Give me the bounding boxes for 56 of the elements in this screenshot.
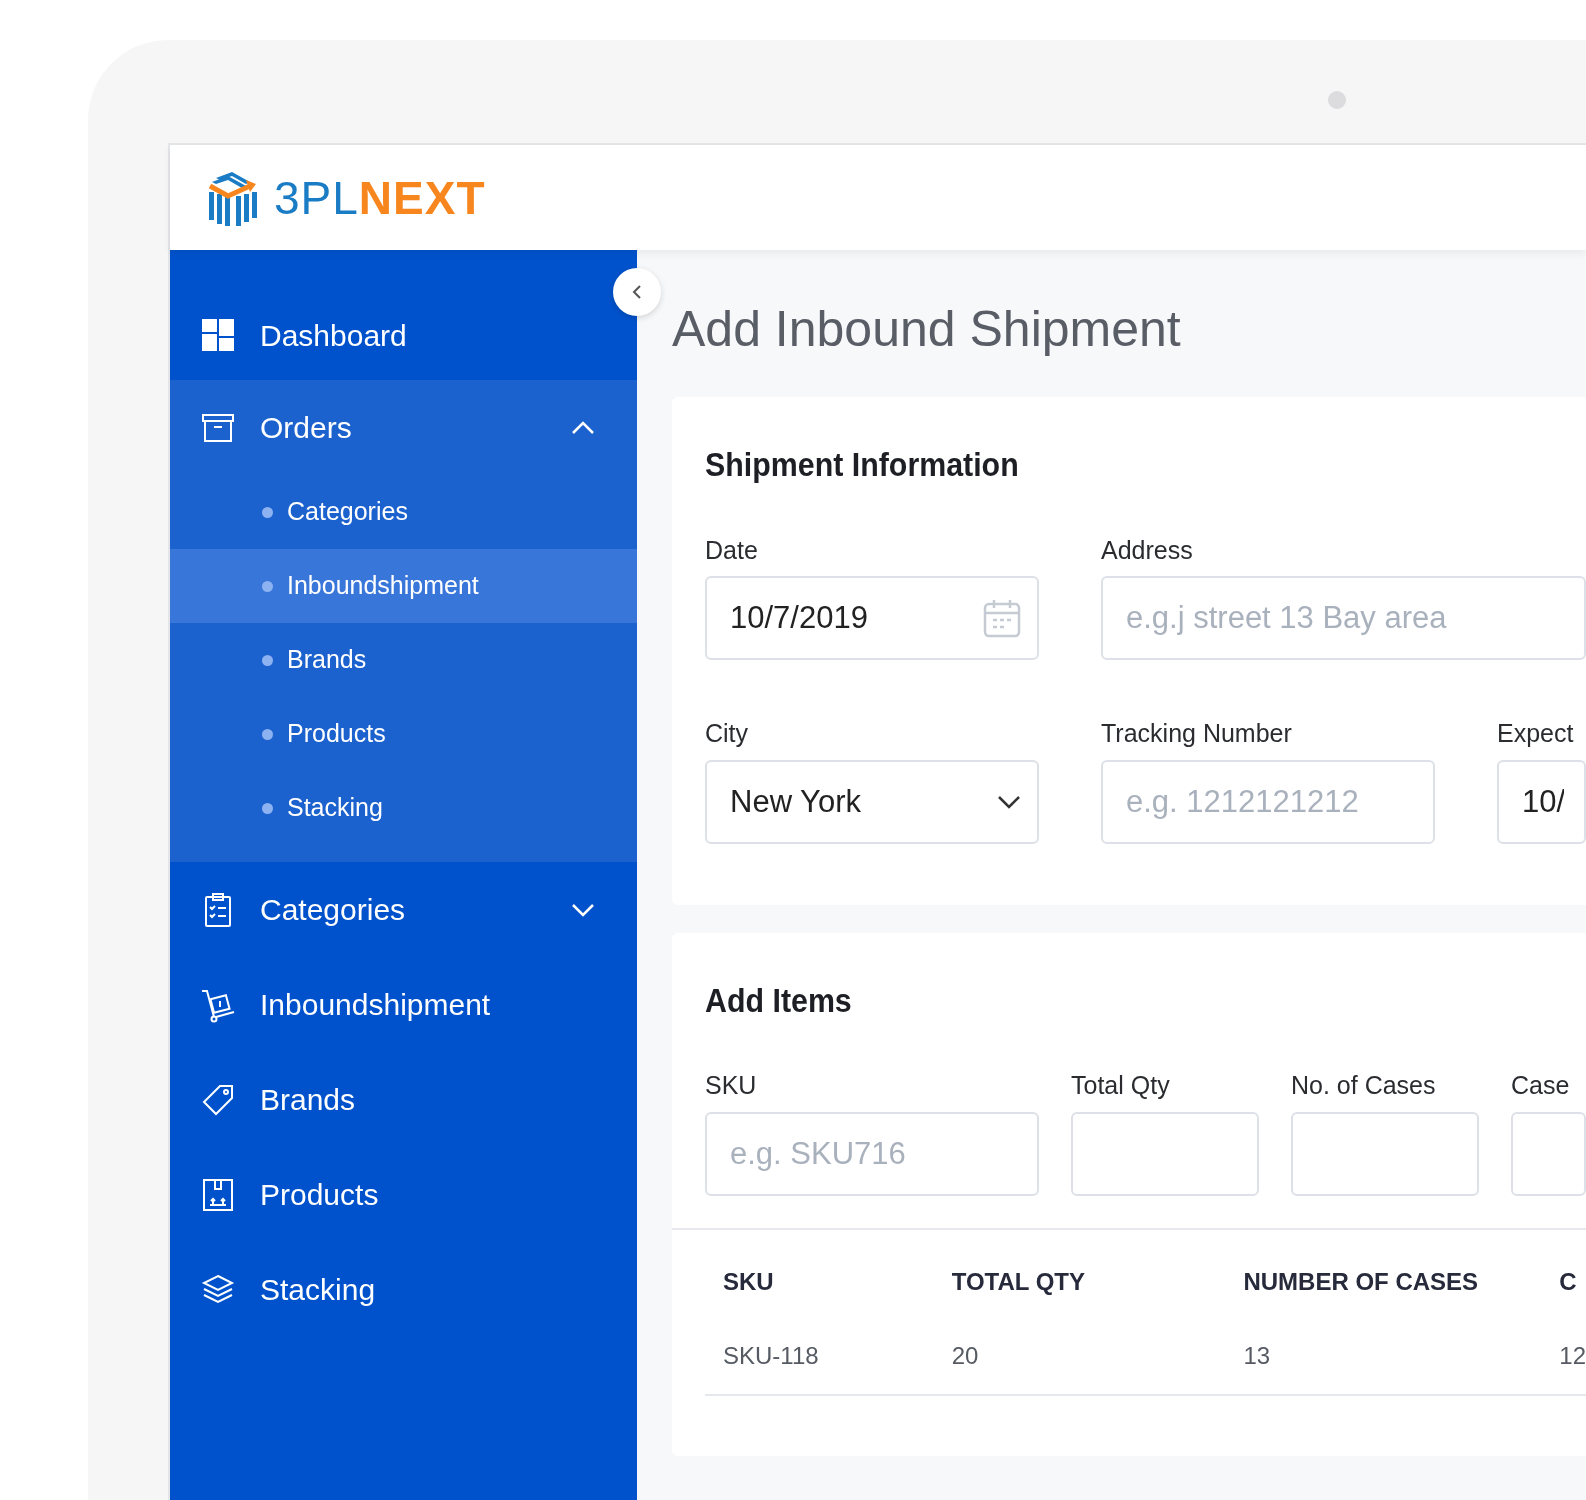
sidebar-item[interactable]: Orders [170,380,637,475]
bullet-icon [262,506,273,518]
package-icon [200,1176,236,1213]
sidebar-item[interactable]: Brands [170,1052,637,1147]
sidebar-item[interactable]: Categories [170,862,637,957]
table-cell: 13 [1225,1329,1542,1395]
field-label: Address [1101,536,1194,565]
card-title: Shipment Information [705,445,1020,485]
logo-icon [206,169,260,226]
input-field[interactable] [1071,1111,1259,1196]
column-header: NUMBER OF CASES [1242,1266,1480,1297]
card-title: Add Items [705,980,853,1021]
column-header: C [1558,1266,1578,1297]
page-title: Add Inbound Shipment [672,302,1182,357]
camera-dot [1328,91,1346,109]
calendar-icon[interactable] [983,598,1021,639]
field-label: Total Qty [1071,1072,1171,1100]
sidebar-item[interactable]: Dashboard [170,290,637,380]
sidebar-item[interactable]: Products [170,1147,637,1242]
submenu-item[interactable]: Brands [170,623,637,697]
field-label: Tracking Number [1101,720,1293,748]
date-field[interactable]: 10/7/2019 [705,576,1039,661]
bullet-icon [262,728,273,740]
submenu-item[interactable]: Inboundshipment [170,549,637,623]
column-header: SKU [722,1266,775,1297]
field-label: Case [1511,1072,1571,1100]
input-field[interactable]: e.g. 1212121212 [1101,759,1435,844]
field-label: SKU [705,1072,758,1100]
sidebar-item[interactable]: Stacking [170,1242,637,1337]
input-field[interactable] [1291,1111,1479,1196]
input-field[interactable]: e.g. SKU716 [705,1111,1039,1196]
submenu-item[interactable]: Categories [170,475,637,549]
table-cell: 20 [933,1329,1226,1395]
field-label: City [705,720,750,748]
input-field[interactable]: e.g.j street 13 Bay area [1101,576,1586,661]
field-label: Date [705,536,759,565]
collapse-button[interactable] [613,268,661,316]
bullet-icon [262,802,273,814]
field-label: No. of Cases [1291,1072,1437,1100]
bullet-icon [262,654,273,666]
logo-text: 3PLNEXT [274,174,486,221]
grid-icon [200,317,236,353]
chevron-left-icon [632,284,642,300]
chevron-down-icon [997,794,1021,809]
column-header: TOTAL QTY [950,1266,1087,1297]
input-field[interactable] [1511,1111,1586,1196]
bullet-icon [262,580,273,592]
submenu-item[interactable]: Products [170,697,637,771]
chevron-up-icon [571,420,595,435]
table-cell: 12 [1541,1329,1586,1395]
table-cell: SKU-118 [705,1329,934,1395]
city-select[interactable]: New York [705,759,1039,844]
field-label: Expect [1497,720,1575,748]
sidebar-item[interactable]: Inboundshipment [170,957,637,1052]
submenu-item[interactable]: Stacking [170,771,637,845]
chevron-down-icon [571,902,595,917]
